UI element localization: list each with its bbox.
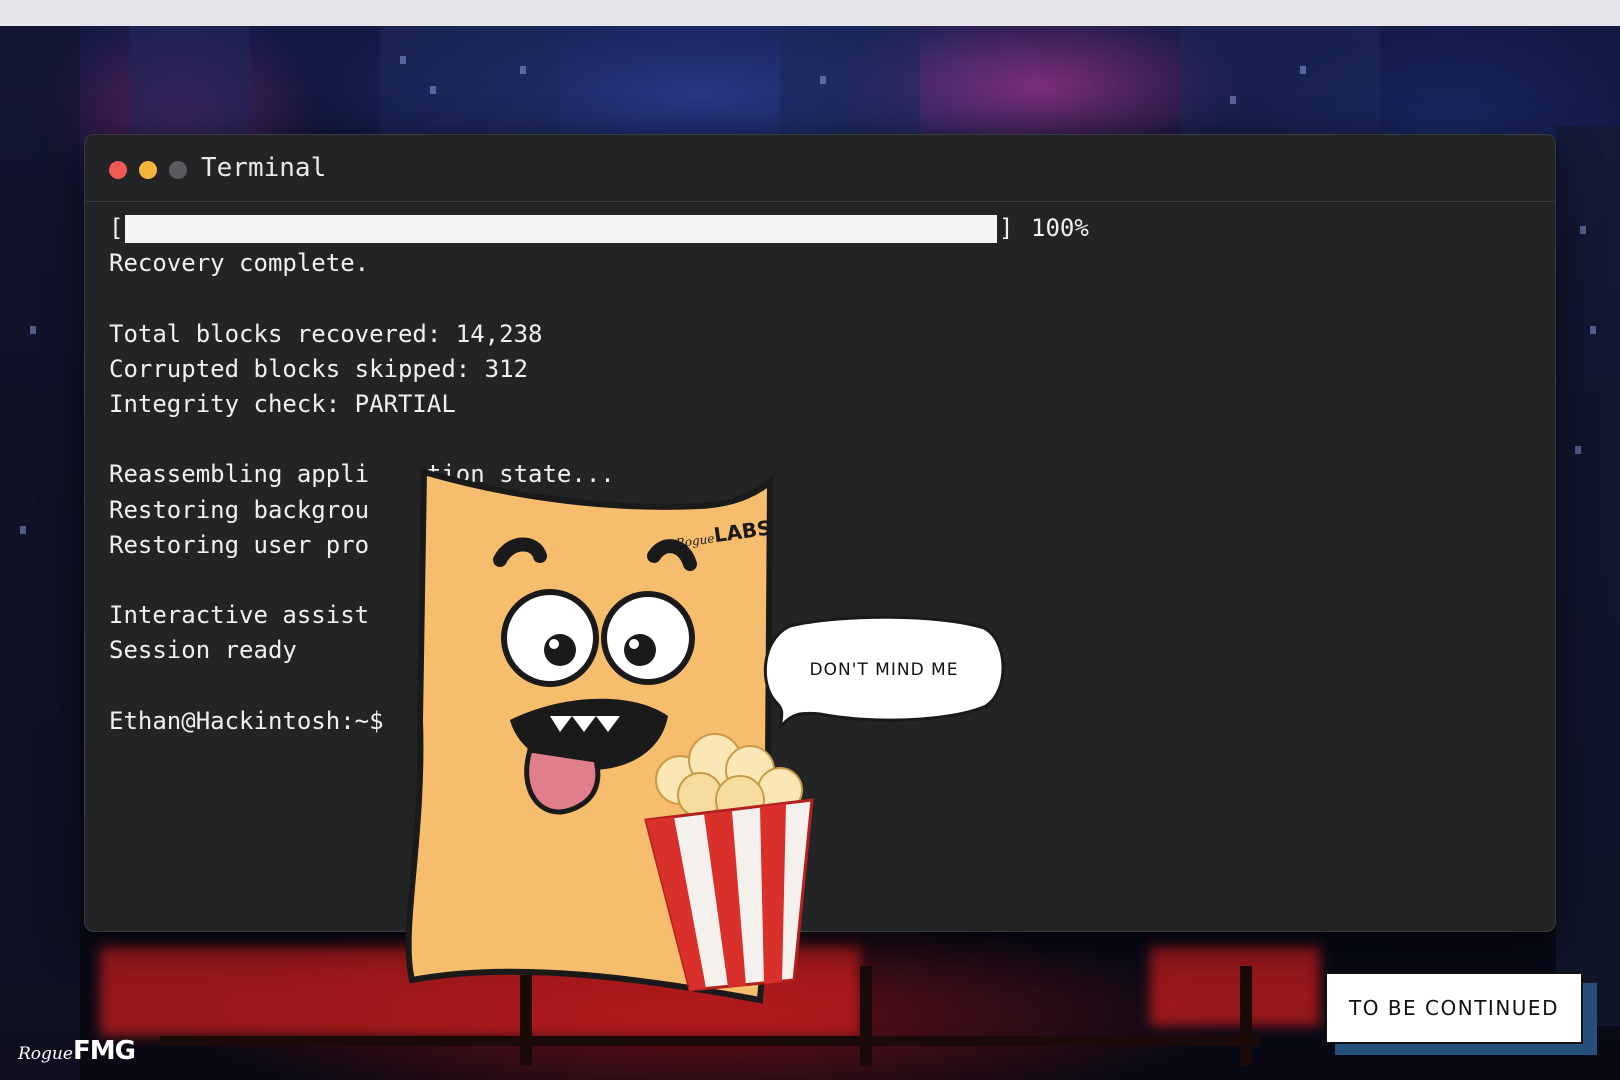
progress-close-bracket: ] [999,214,1014,242]
output-line: Recovery complete. [109,249,370,278]
title-bar[interactable]: Terminal [85,135,1555,202]
progress-bar: [ ] 100% [109,211,1089,246]
output-line: Total blocks recovered: 14,238 [109,319,543,348]
progress-fill [125,215,997,243]
speech-bubble: DON'T MIND ME [760,614,1008,744]
to-be-continued-card: TO BE CONTINUED [1325,972,1583,1044]
rogue-fmg-logo: RogueFMG [18,1036,136,1066]
output-line: Integrity check: PARTIAL [109,389,456,418]
top-strip [0,0,1620,26]
progress-percent: 100% [1031,214,1089,242]
maximize-button[interactable] [169,161,187,179]
minimize-button[interactable] [139,161,157,179]
output-line: Corrupted blocks skipped: 312 [109,354,529,383]
window-title: Terminal [201,153,327,183]
close-button[interactable] [109,161,127,179]
progress-open-bracket: [ [109,214,124,242]
speech-bubble-text: DON'T MIND ME [809,660,959,680]
